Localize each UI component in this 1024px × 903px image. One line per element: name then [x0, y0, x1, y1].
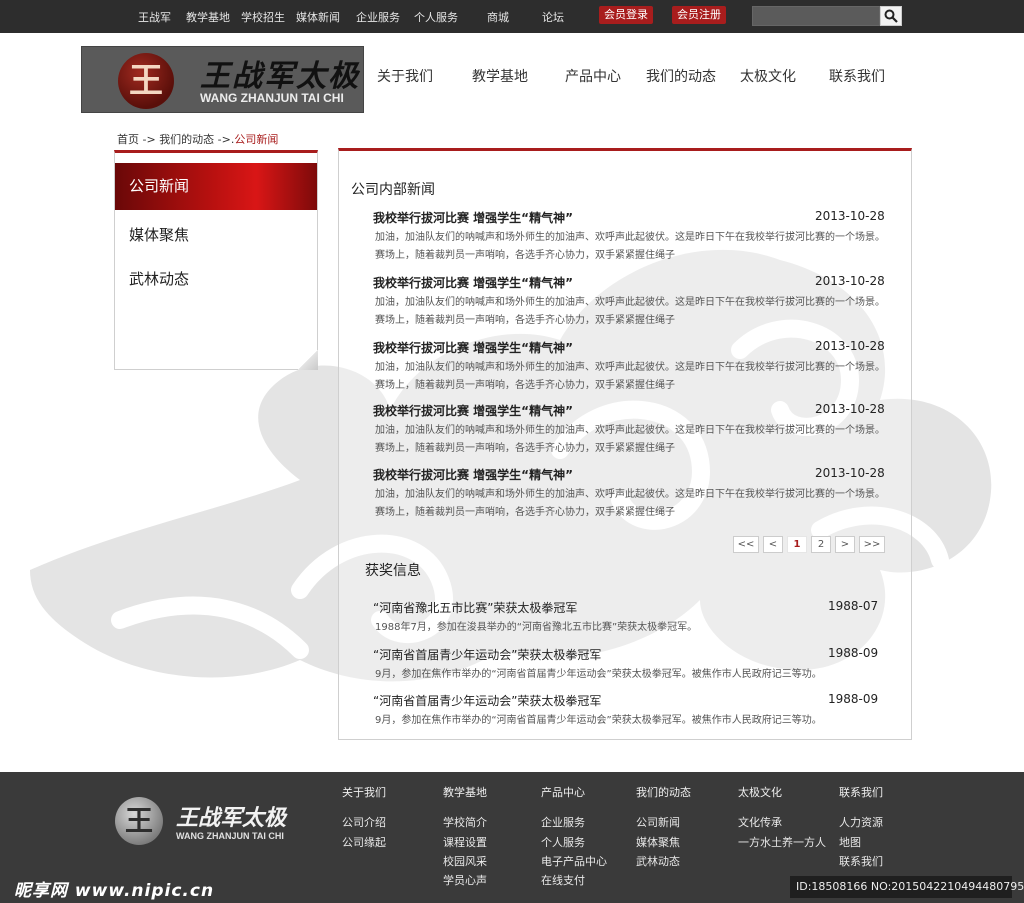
news-item-date: 2013-10-28: [815, 274, 885, 288]
top-link-admissions[interactable]: 学校招生: [241, 9, 285, 25]
breadcrumb-our-news[interactable]: 我们的动态: [159, 133, 214, 146]
watermark-id: ID:18508166 NO:20150422104944807950: [790, 876, 1024, 898]
breadcrumb: 首页 -> 我们的动态 ->.公司新闻: [117, 131, 278, 147]
footer-link[interactable]: 人力资源: [839, 814, 883, 830]
footer-link[interactable]: 课程设置: [443, 834, 487, 850]
footer-link[interactable]: 学校简介: [443, 814, 487, 830]
news-item-title[interactable]: 我校举行拔河比赛 增强学生“精气神”: [373, 466, 573, 483]
site-logo[interactable]: 王 王战军太极 WANG ZHANJUN TAI CHI: [81, 46, 364, 113]
top-link-wangzhanjun[interactable]: 王战军: [138, 9, 171, 25]
award-item-desc: 9月，参加在焦作市举办的“河南省首届青少年运动会”荣获太极拳冠军。被焦作市人民政…: [375, 715, 822, 726]
top-link-personal-service[interactable]: 个人服务: [414, 9, 458, 25]
award-item-title[interactable]: “河南省首届青少年运动会”荣获太极拳冠军: [373, 646, 601, 663]
nav-contact-us[interactable]: 联系我们: [829, 66, 885, 86]
award-item-date: 1988-07: [828, 599, 879, 613]
footer-column-head[interactable]: 我们的动态: [636, 784, 691, 800]
footer-link[interactable]: 个人服务: [541, 834, 585, 850]
awards-section-title: 获奖信息: [365, 563, 421, 579]
news-item-date: 2013-10-28: [815, 209, 885, 223]
footer-link[interactable]: 公司缘起: [342, 834, 386, 850]
news-item-title[interactable]: 我校举行拔河比赛 增强学生“精气神”: [373, 402, 573, 419]
footer-link[interactable]: 在线支付: [541, 872, 585, 888]
footer-link[interactable]: 公司介绍: [342, 814, 386, 830]
member-login-button[interactable]: 会员登录: [599, 6, 653, 24]
footer-link[interactable]: 公司新闻: [636, 814, 680, 830]
news-item-summary: 加油，加油队友们的呐喊声和场外师生的加油声、欢呼声此起彼伏。这是昨日下午在我校举…: [375, 489, 885, 518]
pagination-prev[interactable]: <: [763, 536, 783, 553]
footer-link[interactable]: 电子产品中心: [541, 853, 607, 869]
footer-link[interactable]: 媒体聚焦: [636, 834, 680, 850]
logo-seal-icon: 王: [118, 53, 174, 109]
footer-column-head[interactable]: 产品中心: [541, 784, 585, 800]
pagination-page-2[interactable]: 2: [811, 536, 831, 553]
award-item-desc: 1988年7月，参加在浚县举办的“河南省豫北五市比赛”荣获太极拳冠军。: [375, 622, 698, 633]
sidebar: 公司新闻 媒体聚焦 武林动态: [114, 150, 318, 370]
top-link-mall[interactable]: 商城: [487, 9, 509, 25]
footer-logo-chinese-name: 王战军太极: [176, 805, 287, 831]
logo-english-name: WANG ZHANJUN TAI CHI: [200, 91, 344, 105]
footer-link[interactable]: 校园风采: [443, 853, 487, 869]
footer-column-head[interactable]: 联系我们: [839, 784, 883, 800]
sidebar-item-media-focus[interactable]: 媒体聚焦: [115, 212, 317, 259]
award-item-title[interactable]: “河南省首届青少年运动会”荣获太极拳冠军: [373, 692, 601, 709]
footer-link[interactable]: 学员心声: [443, 872, 487, 888]
member-register-button[interactable]: 会员注册: [672, 6, 726, 24]
news-item-date: 2013-10-28: [815, 339, 885, 353]
award-item-title[interactable]: “河南省豫北五市比赛”荣获太极拳冠军: [373, 599, 577, 616]
nav-our-news[interactable]: 我们的动态: [646, 66, 716, 86]
top-link-teaching-base[interactable]: 教学基地: [186, 9, 230, 25]
news-item-date: 2013-10-28: [815, 402, 885, 416]
search-button[interactable]: [880, 6, 902, 26]
news-item-date: 2013-10-28: [815, 466, 885, 480]
award-item-date: 1988-09: [828, 692, 879, 706]
top-link-forum[interactable]: 论坛: [542, 9, 564, 25]
pagination-page-1[interactable]: 1: [787, 536, 807, 553]
award-item-desc: 9月，参加在焦作市举办的“河南省首届青少年运动会”荣获太极拳冠军。被焦作市人民政…: [375, 669, 822, 680]
footer-link[interactable]: 文化传承: [738, 814, 782, 830]
news-item-summary: 加油，加油队友们的呐喊声和场外师生的加油声、欢呼声此起彼伏。这是昨日下午在我校举…: [375, 425, 885, 454]
breadcrumb-home[interactable]: 首页: [117, 133, 139, 146]
search-input[interactable]: [752, 6, 880, 26]
footer-logo-seal-icon: 王: [115, 797, 163, 845]
top-link-media-news[interactable]: 媒体新闻: [296, 9, 340, 25]
pagination-last[interactable]: >>: [859, 536, 885, 553]
footer-logo-english-name: WANG ZHANJUN TAI CHI: [176, 831, 284, 841]
footer-link[interactable]: 一方水土养一方人: [738, 834, 826, 850]
news-item-title[interactable]: 我校举行拔河比赛 增强学生“精气神”: [373, 274, 573, 291]
footer-link[interactable]: 联系我们: [839, 853, 883, 869]
watermark-site: 昵享网 www.nipic.cn: [14, 881, 215, 901]
nav-taichi-culture[interactable]: 太极文化: [740, 66, 796, 86]
footer-link[interactable]: 企业服务: [541, 814, 585, 830]
footer: 王 王战军太极 WANG ZHANJUN TAI CHI 关于我们 公司介绍 公…: [0, 772, 1024, 903]
footer-link[interactable]: 地图: [839, 834, 861, 850]
page-curl-icon: [298, 350, 318, 370]
footer-column-head[interactable]: 关于我们: [342, 784, 386, 800]
pagination-first[interactable]: <<: [733, 536, 759, 553]
nav-product-center[interactable]: 产品中心: [565, 66, 621, 86]
pagination-next[interactable]: >: [835, 536, 855, 553]
award-item-date: 1988-09: [828, 646, 879, 660]
logo-chinese-name: 王战军太极: [200, 59, 360, 94]
news-section-title: 公司内部新闻: [351, 182, 435, 198]
sidebar-item-company-news[interactable]: 公司新闻: [115, 163, 317, 210]
news-item-title[interactable]: 我校举行拔河比赛 增强学生“精气神”: [373, 209, 573, 226]
footer-column-head[interactable]: 太极文化: [738, 784, 782, 800]
nav-teaching-base[interactable]: 教学基地: [472, 66, 528, 86]
search-icon: [884, 9, 898, 23]
footer-column-head[interactable]: 教学基地: [443, 784, 487, 800]
news-item-summary: 加油，加油队友们的呐喊声和场外师生的加油声、欢呼声此起彼伏。这是昨日下午在我校举…: [375, 232, 885, 261]
news-item-summary: 加油，加油队友们的呐喊声和场外师生的加油声、欢呼声此起彼伏。这是昨日下午在我校举…: [375, 362, 885, 391]
main-panel: 公司内部新闻 我校举行拔河比赛 增强学生“精气神” 2013-10-28 加油，…: [338, 148, 912, 740]
top-link-enterprise-service[interactable]: 企业服务: [356, 9, 400, 25]
breadcrumb-separator: ->.: [214, 133, 235, 146]
news-item-title[interactable]: 我校举行拔河比赛 增强学生“精气神”: [373, 339, 573, 356]
footer-link[interactable]: 武林动态: [636, 853, 680, 869]
breadcrumb-current: 公司新闻: [234, 133, 279, 146]
news-item-summary: 加油，加油队友们的呐喊声和场外师生的加油声、欢呼声此起彼伏。这是昨日下午在我校举…: [375, 297, 885, 326]
nav-about-us[interactable]: 关于我们: [377, 66, 433, 86]
breadcrumb-separator: ->: [139, 133, 160, 146]
top-bar: 王战军 教学基地 学校招生 媒体新闻 企业服务 个人服务 商城 论坛 会员登录 …: [0, 0, 1024, 33]
sidebar-item-wulin-news[interactable]: 武林动态: [115, 256, 317, 303]
